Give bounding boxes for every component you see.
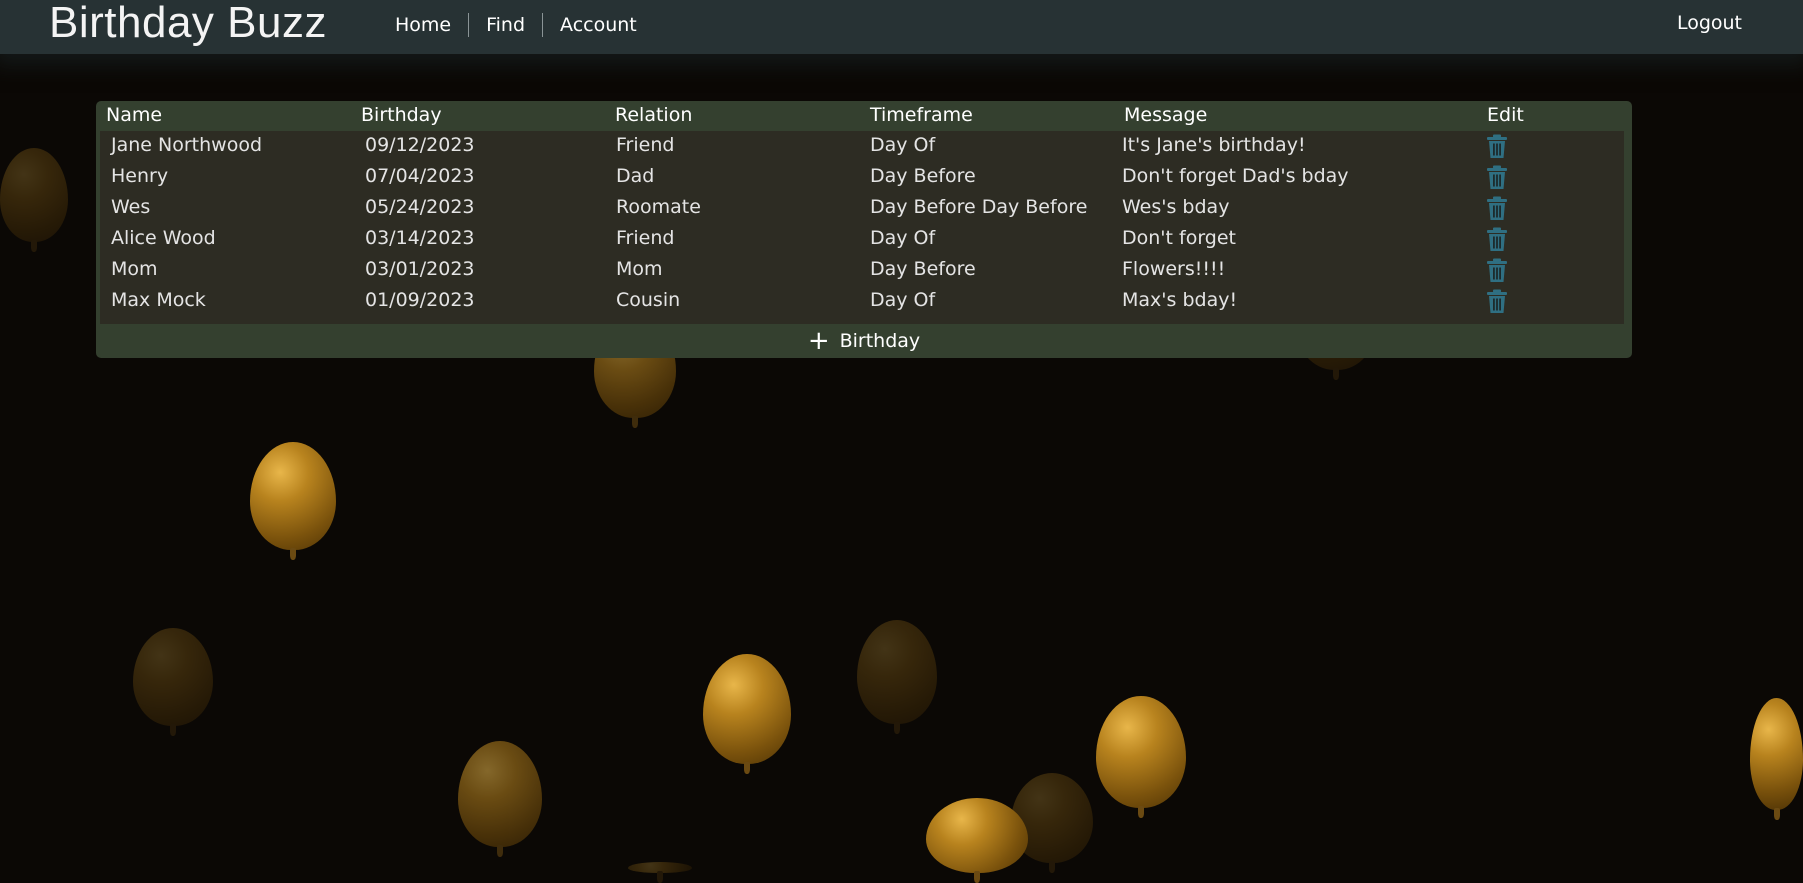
- table-row: Max Mock 01/09/2023 Cousin Day Of Max's …: [100, 286, 1624, 317]
- balloon-image: [1750, 698, 1803, 820]
- column-header-birthday: Birthday: [361, 104, 442, 126]
- cell-name: Alice Wood: [111, 227, 216, 249]
- cell-relation: Roomate: [616, 196, 701, 218]
- trash-icon[interactable]: [1486, 196, 1508, 221]
- balloon-image: [628, 862, 692, 883]
- cell-message: Wes's bday: [1122, 196, 1230, 218]
- table-row: Mom 03/01/2023 Mom Day Before Flowers!!!…: [100, 255, 1624, 286]
- nav-links: Home Find Account: [383, 13, 654, 37]
- cell-birthday: 07/04/2023: [365, 165, 475, 187]
- cell-name: Henry: [111, 165, 169, 187]
- add-birthday-label: Birthday: [839, 330, 921, 352]
- birthday-table: Name Birthday Relation Timeframe Message…: [96, 101, 1632, 358]
- cell-birthday: 03/14/2023: [365, 227, 475, 249]
- nav-home-link[interactable]: Home: [383, 13, 468, 37]
- trash-icon[interactable]: [1486, 258, 1508, 283]
- trash-icon[interactable]: [1486, 289, 1508, 314]
- trash-icon[interactable]: [1486, 165, 1508, 190]
- cell-birthday: 01/09/2023: [365, 289, 475, 311]
- cell-name: Mom: [111, 258, 158, 280]
- cell-name: Jane Northwood: [111, 134, 263, 156]
- cell-message: Flowers!!!!: [1122, 258, 1226, 280]
- cell-timeframe: Day Before: [870, 258, 976, 280]
- top-navbar: Birthday Buzz Home Find Account Logout: [0, 0, 1803, 54]
- cell-relation: Friend: [616, 227, 675, 249]
- balloon-image: [857, 620, 937, 734]
- balloon-image: [133, 628, 213, 736]
- cell-timeframe: Day Of: [870, 134, 936, 156]
- cell-timeframe: Day Before Day Before: [870, 196, 1088, 218]
- cell-message: Don't forget Dad's bday: [1122, 165, 1349, 187]
- table-row: Alice Wood 03/14/2023 Friend Day Of Don'…: [100, 224, 1624, 255]
- cell-relation: Cousin: [616, 289, 681, 311]
- nav-account-link[interactable]: Account: [543, 13, 654, 37]
- app-title: Birthday Buzz: [49, 0, 327, 47]
- cell-relation: Mom: [616, 258, 663, 280]
- column-header-message: Message: [1124, 104, 1208, 126]
- cell-timeframe: Day Of: [870, 289, 936, 311]
- cell-name: Max Mock: [111, 289, 206, 311]
- add-birthday-button[interactable]: + Birthday: [96, 324, 1632, 358]
- balloon-image: [703, 654, 791, 774]
- balloon-image: [1096, 696, 1186, 818]
- cell-relation: Dad: [616, 165, 655, 187]
- table-row: Wes 05/24/2023 Roomate Day Before Day Be…: [100, 193, 1624, 224]
- cell-name: Wes: [111, 196, 151, 218]
- balloon-image: [458, 741, 542, 857]
- cell-message: It's Jane's birthday!: [1122, 134, 1306, 156]
- cell-message: Don't forget: [1122, 227, 1236, 249]
- cell-timeframe: Day Before: [870, 165, 976, 187]
- table-header: Name Birthday Relation Timeframe Message…: [96, 101, 1632, 131]
- cell-message: Max's bday!: [1122, 289, 1238, 311]
- table-row: Jane Northwood 09/12/2023 Friend Day Of …: [100, 131, 1624, 162]
- balloon-image: [0, 148, 68, 252]
- plus-icon: +: [807, 326, 830, 356]
- column-header-timeframe: Timeframe: [870, 104, 973, 126]
- cell-birthday: 09/12/2023: [365, 134, 475, 156]
- column-header-relation: Relation: [615, 104, 693, 126]
- logout-link[interactable]: Logout: [1677, 12, 1742, 34]
- balloon-image: [250, 442, 336, 560]
- trash-icon[interactable]: [1486, 227, 1508, 252]
- cell-birthday: 03/01/2023: [365, 258, 475, 280]
- table-body: Jane Northwood 09/12/2023 Friend Day Of …: [100, 131, 1624, 324]
- cell-birthday: 05/24/2023: [365, 196, 475, 218]
- column-header-name: Name: [106, 104, 163, 126]
- cell-timeframe: Day Of: [870, 227, 936, 249]
- balloon-image: [926, 798, 1028, 883]
- table-row: Henry 07/04/2023 Dad Day Before Don't fo…: [100, 162, 1624, 193]
- nav-find-link[interactable]: Find: [469, 13, 542, 37]
- trash-icon[interactable]: [1486, 134, 1508, 159]
- column-header-edit: Edit: [1487, 104, 1524, 126]
- cell-relation: Friend: [616, 134, 675, 156]
